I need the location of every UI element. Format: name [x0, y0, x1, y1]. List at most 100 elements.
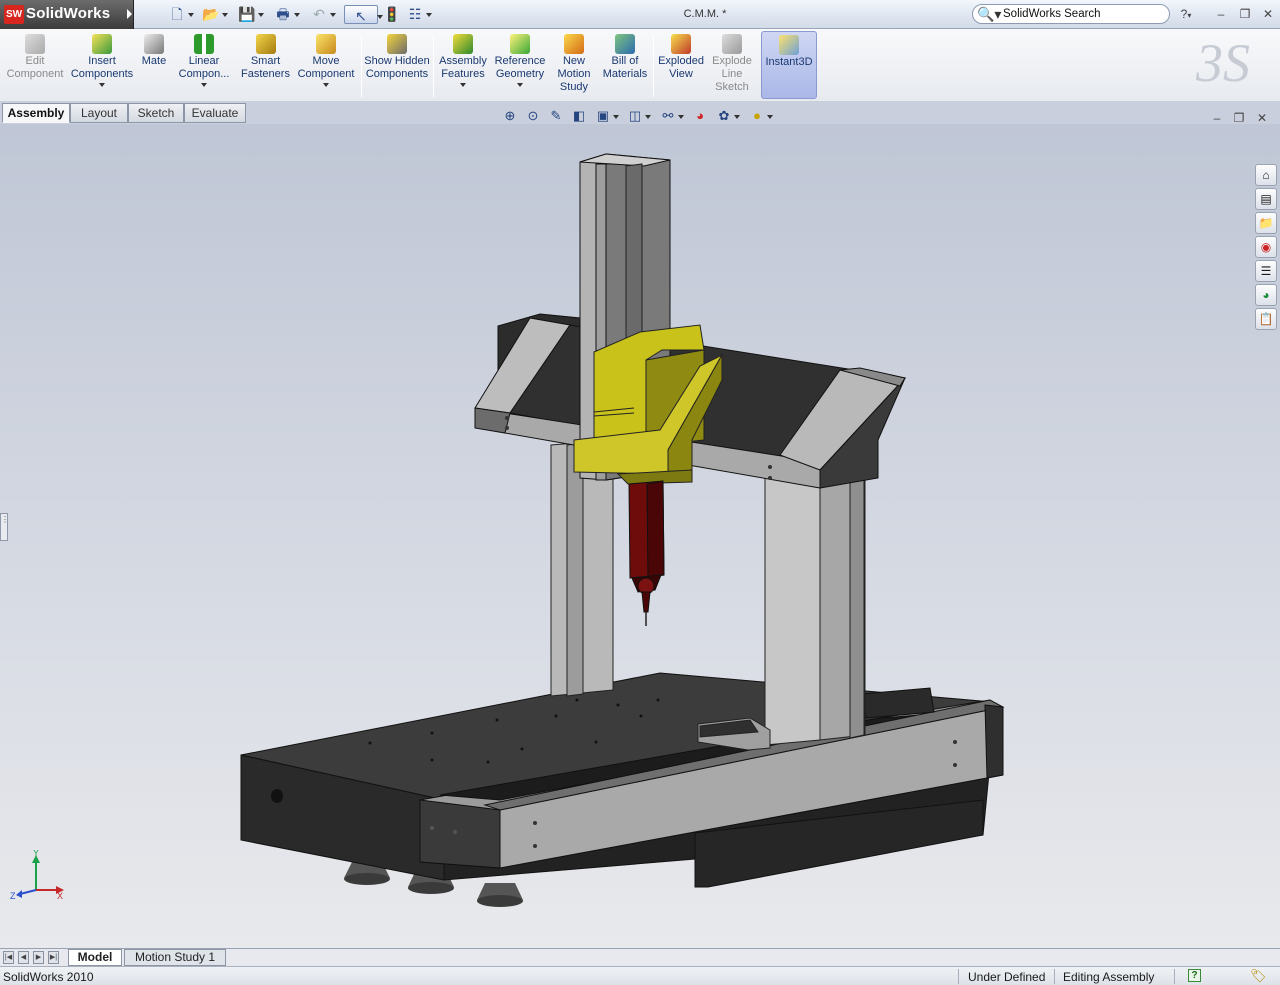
status-divider: [1054, 969, 1055, 984]
open-icon[interactable]: 📂: [200, 4, 228, 24]
select-icon[interactable]: ↖: [344, 5, 383, 24]
model-tabs-bar: |◀ ◀ ▶ ▶| Model Motion Study 1: [0, 948, 1280, 966]
undo-icon[interactable]: ↶: [308, 4, 336, 24]
instant3d-button[interactable]: Instant3D: [761, 31, 817, 99]
search-results-icon[interactable]: ◉: [1255, 236, 1277, 258]
move-component-button[interactable]: Move Component: [296, 31, 356, 100]
bom-icon: [615, 34, 635, 54]
cmm-assembly-model[interactable]: [0, 124, 1280, 948]
insert-components-dropdown-icon[interactable]: [99, 83, 105, 87]
close-button[interactable]: ✕: [1259, 6, 1277, 22]
last-tab-icon[interactable]: ▶|: [48, 951, 59, 964]
mate-button[interactable]: Mate: [138, 31, 170, 100]
assembly-features-label: Assembly Features: [439, 55, 487, 80]
instant3d-icon: [779, 35, 799, 55]
show-hidden-icon: [387, 34, 407, 54]
ds-watermark-logo: 3S: [1196, 33, 1250, 93]
linear-pattern-label: Linear Compon...: [178, 55, 230, 80]
tab-evaluate[interactable]: Evaluate: [184, 103, 246, 123]
tab-assembly[interactable]: Assembly: [2, 103, 70, 123]
apply-scene-icon[interactable]: ✿: [715, 107, 740, 125]
probe-head[interactable]: [628, 480, 665, 626]
show-hidden-components-button[interactable]: Show Hidden Components: [364, 31, 430, 100]
solidworks-menu-button[interactable]: SW SolidWorks: [0, 0, 134, 29]
assembly-features-dropdown-icon[interactable]: [460, 83, 466, 87]
linear-pattern-dropdown-icon[interactable]: [201, 83, 207, 87]
search-box[interactable]: 🔍▾ SolidWorks Search: [972, 4, 1170, 24]
exploded-view-icon: [671, 34, 691, 54]
file-explorer-icon[interactable]: 📁: [1255, 212, 1277, 234]
move-component-icon: [316, 34, 336, 54]
first-tab-icon[interactable]: |◀: [3, 951, 14, 964]
tab-motion-study-1[interactable]: Motion Study 1: [124, 949, 226, 966]
status-help-icon[interactable]: ?: [1188, 969, 1201, 982]
smart-fasteners-button[interactable]: Smart Fasteners: [238, 31, 293, 100]
bom-label: Bill of Materials: [602, 55, 648, 80]
toolbar-separator: [653, 35, 654, 97]
appearances-icon[interactable]: ◕: [1255, 284, 1277, 306]
search-icon[interactable]: 🔍▾: [977, 6, 1001, 23]
design-library-icon[interactable]: ▤: [1255, 188, 1277, 210]
linear-pattern-button[interactable]: Linear Compon...: [174, 31, 234, 100]
minimize-button[interactable]: –: [1212, 6, 1230, 22]
reference-geometry-button[interactable]: Reference Geometry: [492, 31, 548, 100]
custom-properties-icon[interactable]: 📋: [1255, 308, 1277, 330]
prev-tab-icon[interactable]: ◀: [18, 951, 29, 964]
move-component-dropdown-icon[interactable]: [323, 83, 329, 87]
exploded-view-button[interactable]: Exploded View: [656, 31, 706, 100]
insert-components-icon: [92, 34, 112, 54]
insert-components-label: Insert Components: [70, 55, 134, 80]
zoom-area-icon[interactable]: ⊙: [524, 107, 542, 125]
task-pane: ⌂ ▤ 📁 ◉ ☰ ◕ 📋: [1255, 164, 1280, 332]
display-style-icon[interactable]: ◫: [626, 107, 651, 125]
insert-components-button[interactable]: Insert Components: [70, 31, 134, 100]
explode-line-sketch-button[interactable]: Explode Line Sketch: [709, 31, 755, 100]
solidworks-logo-icon: SW: [4, 5, 24, 24]
toolbar-separator: [433, 35, 434, 97]
menu-expand-arrow-icon[interactable]: [127, 9, 132, 19]
hide-show-icon[interactable]: ⚯: [659, 107, 684, 125]
view-palette-icon[interactable]: ☰: [1255, 260, 1277, 282]
bill-of-materials-button[interactable]: Bill of Materials: [600, 31, 650, 100]
linear-pattern-icon: [194, 34, 214, 54]
save-icon[interactable]: 💾: [236, 4, 264, 24]
tab-model[interactable]: Model: [68, 949, 122, 966]
smart-fasteners-label: Smart Fasteners: [241, 55, 290, 80]
tab-layout[interactable]: Layout: [70, 103, 128, 123]
home-icon[interactable]: ⌂: [1255, 164, 1277, 186]
search-input[interactable]: SolidWorks Search: [1003, 8, 1101, 20]
print-icon[interactable]: 🖶: [272, 4, 300, 24]
instant3d-label: Instant3D: [765, 56, 813, 68]
status-bar: SolidWorks 2010 Under Defined Editing As…: [0, 966, 1280, 985]
options-icon[interactable]: ☷: [404, 4, 432, 24]
exploded-view-label: Exploded View: [658, 55, 704, 80]
new-document-icon[interactable]: 🗋: [166, 4, 194, 24]
reference-geometry-label: Reference Geometry: [494, 55, 546, 80]
explode-line-label: Explode Line Sketch: [712, 55, 752, 93]
edit-component-label: Edit Component: [6, 55, 64, 80]
new-motion-study-button[interactable]: New Motion Study: [553, 31, 595, 100]
edit-component-button[interactable]: Edit Component: [4, 31, 66, 100]
triad-y-label: Y: [33, 850, 39, 858]
reference-geometry-dropdown-icon[interactable]: [517, 83, 523, 87]
zoom-to-fit-icon[interactable]: ⊕: [501, 107, 519, 125]
assembly-features-button[interactable]: Assembly Features: [437, 31, 489, 100]
view-orientation-icon[interactable]: ▣: [594, 107, 619, 125]
tab-sketch[interactable]: Sketch: [128, 103, 184, 123]
section-view-icon[interactable]: ◧: [570, 107, 588, 125]
previous-view-icon[interactable]: ✎: [547, 107, 565, 125]
restore-button[interactable]: ❐: [1236, 6, 1254, 22]
status-version: SolidWorks 2010: [3, 970, 94, 984]
triad-z-label: Z: [10, 891, 16, 901]
triad-x-label: X: [57, 891, 63, 901]
command-manager: Edit Component Insert Components Mate Li…: [0, 29, 1280, 101]
graphics-area[interactable]: ⌂ ▤ 📁 ◉ ☰ ◕ 📋 ⋮ Y X Z: [0, 124, 1280, 948]
feature-manager-toggle[interactable]: ⋮: [0, 513, 9, 541]
status-tag-icon[interactable]: 🏷: [1250, 968, 1267, 984]
next-tab-icon[interactable]: ▶: [33, 951, 44, 964]
view-settings-icon[interactable]: ●: [748, 107, 773, 125]
help-button[interactable]: ?▾: [1177, 6, 1195, 22]
toolbar-separator: [361, 35, 362, 97]
edit-appearance-icon[interactable]: ◕: [691, 107, 709, 125]
rebuild-icon[interactable]: 🚦: [381, 4, 403, 24]
